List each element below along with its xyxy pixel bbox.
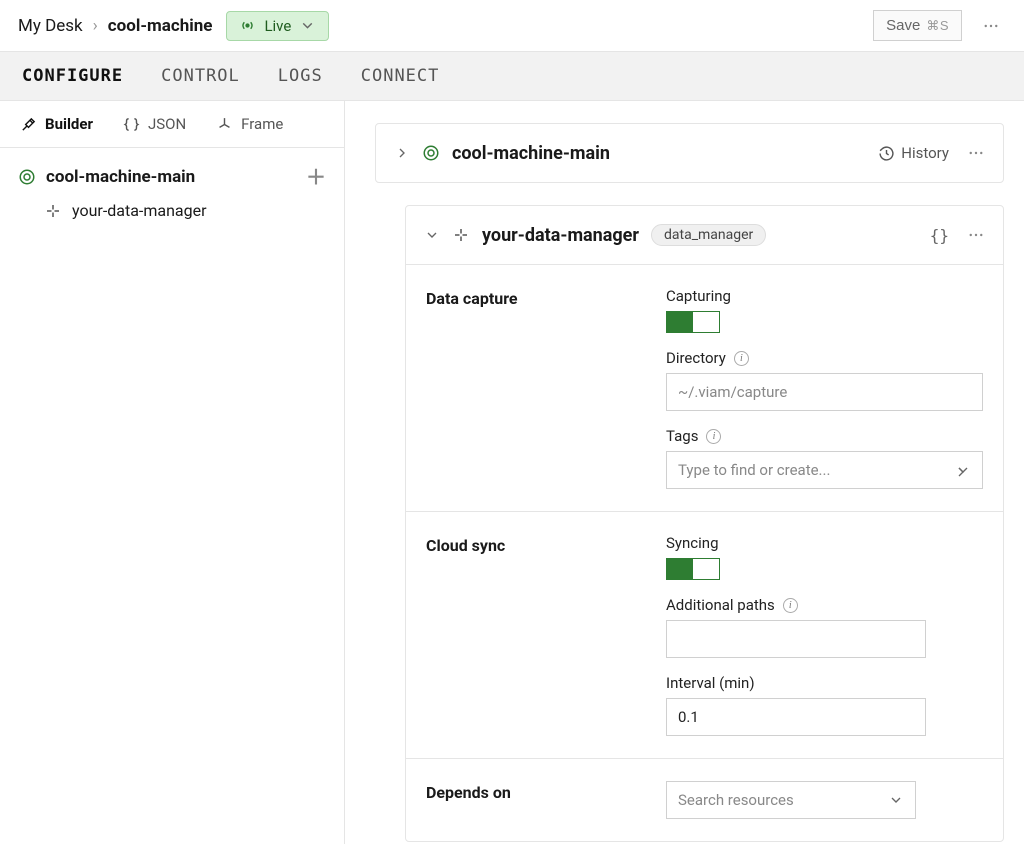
- additional-paths-input[interactable]: [666, 620, 926, 658]
- subtab-json[interactable]: JSON: [123, 115, 186, 133]
- capturing-toggle[interactable]: [666, 311, 720, 333]
- component-type-pill: data_manager: [651, 224, 766, 246]
- breadcrumb-separator: ›: [93, 16, 98, 36]
- tree-root-label: cool-machine-main: [46, 167, 195, 187]
- tree-child-label: your-data-manager: [72, 201, 207, 220]
- machine-icon: [18, 168, 36, 186]
- subtab-builder-label: Builder: [45, 115, 93, 133]
- machine-card-header: cool-machine-main History: [376, 124, 1003, 182]
- info-icon[interactable]: i: [783, 598, 798, 613]
- tree-root-row[interactable]: cool-machine-main ＋: [14, 160, 330, 194]
- resource-tree: cool-machine-main ＋ your-data-manager: [0, 148, 344, 239]
- tab-logs[interactable]: LOGS: [278, 52, 323, 100]
- section-label-depends-on: Depends on: [426, 781, 646, 819]
- info-icon[interactable]: i: [734, 351, 749, 366]
- topbar: My Desk › cool-machine Live Save ⌘S: [0, 0, 1024, 51]
- syncing-toggle[interactable]: [666, 558, 720, 580]
- braces-icon: [123, 116, 140, 133]
- tags-select[interactable]: Type to find or create...: [666, 451, 983, 489]
- chevron-down-icon: [888, 792, 904, 808]
- axes-icon: [216, 116, 233, 133]
- history-icon: [878, 145, 895, 162]
- machine-more-button[interactable]: [967, 138, 985, 168]
- section-cloud-sync: Cloud sync Syncing Additional paths i: [406, 512, 1003, 759]
- ellipsis-icon: [967, 144, 985, 162]
- capturing-label: Capturing: [666, 287, 983, 305]
- chevron-down-icon: [299, 17, 316, 34]
- depends-on-select[interactable]: Search resources: [666, 781, 916, 819]
- directory-input[interactable]: [666, 373, 983, 411]
- ellipsis-icon: [982, 17, 1000, 35]
- syncing-label: Syncing: [666, 534, 926, 552]
- body: Builder JSON Frame cool-machine-main ＋ y…: [0, 101, 1024, 844]
- chevron-right-icon[interactable]: [394, 145, 410, 161]
- history-button[interactable]: History: [878, 144, 949, 162]
- section-data-capture: Data capture Capturing Directory i: [406, 265, 1003, 512]
- directory-label: Directory i: [666, 349, 983, 367]
- tools-icon: [20, 116, 37, 133]
- ellipsis-icon: [967, 226, 985, 244]
- topbar-more-button[interactable]: [976, 11, 1006, 41]
- machine-card: cool-machine-main History: [375, 123, 1004, 183]
- subtab-frame[interactable]: Frame: [216, 115, 283, 133]
- main-tabs: CONFIGURE CONTROL LOGS CONNECT: [0, 51, 1024, 101]
- tree-child-row[interactable]: your-data-manager: [14, 194, 330, 227]
- sub-tabs: Builder JSON Frame: [0, 101, 344, 148]
- broadcast-icon: [239, 17, 256, 34]
- tab-connect[interactable]: CONNECT: [361, 52, 440, 100]
- sparkle-icon: [44, 202, 62, 220]
- tags-placeholder: Type to find or create...: [678, 461, 830, 479]
- live-label: Live: [264, 17, 291, 35]
- main-content: cool-machine-main History your-data-mana…: [345, 101, 1024, 844]
- subtab-json-label: JSON: [148, 115, 186, 133]
- json-toggle-button[interactable]: {}: [930, 226, 949, 245]
- interval-input[interactable]: [666, 698, 926, 736]
- component-card: your-data-manager data_manager {} Data c…: [405, 205, 1004, 842]
- save-shortcut: ⌘S: [926, 18, 949, 34]
- section-label-cloud-sync: Cloud sync: [426, 534, 646, 736]
- tab-control[interactable]: CONTROL: [161, 52, 240, 100]
- breadcrumb: My Desk › cool-machine: [18, 16, 212, 36]
- save-button[interactable]: Save ⌘S: [873, 10, 962, 41]
- interval-label: Interval (min): [666, 674, 926, 692]
- sidebar: Builder JSON Frame cool-machine-main ＋ y…: [0, 101, 345, 844]
- section-label-data-capture: Data capture: [426, 287, 646, 489]
- live-status-dropdown[interactable]: Live: [226, 11, 329, 41]
- component-more-button[interactable]: [967, 220, 985, 250]
- tab-configure[interactable]: CONFIGURE: [22, 52, 123, 100]
- history-label: History: [901, 144, 949, 162]
- component-title: your-data-manager: [482, 225, 639, 246]
- machine-icon: [422, 144, 440, 162]
- chevron-down-icon: [955, 462, 971, 478]
- machine-title: cool-machine-main: [452, 143, 610, 164]
- save-label: Save: [886, 17, 920, 34]
- chevron-down-icon[interactable]: [424, 227, 440, 243]
- section-depends-on: Depends on Search resources: [406, 759, 1003, 841]
- subtab-frame-label: Frame: [241, 115, 283, 133]
- add-resource-button[interactable]: ＋: [306, 167, 326, 187]
- breadcrumb-root[interactable]: My Desk: [18, 16, 83, 36]
- tags-label: Tags i: [666, 427, 983, 445]
- breadcrumb-current: cool-machine: [108, 16, 213, 36]
- info-icon[interactable]: i: [706, 429, 721, 444]
- additional-paths-label: Additional paths i: [666, 596, 926, 614]
- subtab-builder[interactable]: Builder: [20, 115, 93, 133]
- component-card-header: your-data-manager data_manager {}: [406, 206, 1003, 265]
- depends-on-placeholder: Search resources: [678, 791, 794, 809]
- sparkle-icon: [452, 226, 470, 244]
